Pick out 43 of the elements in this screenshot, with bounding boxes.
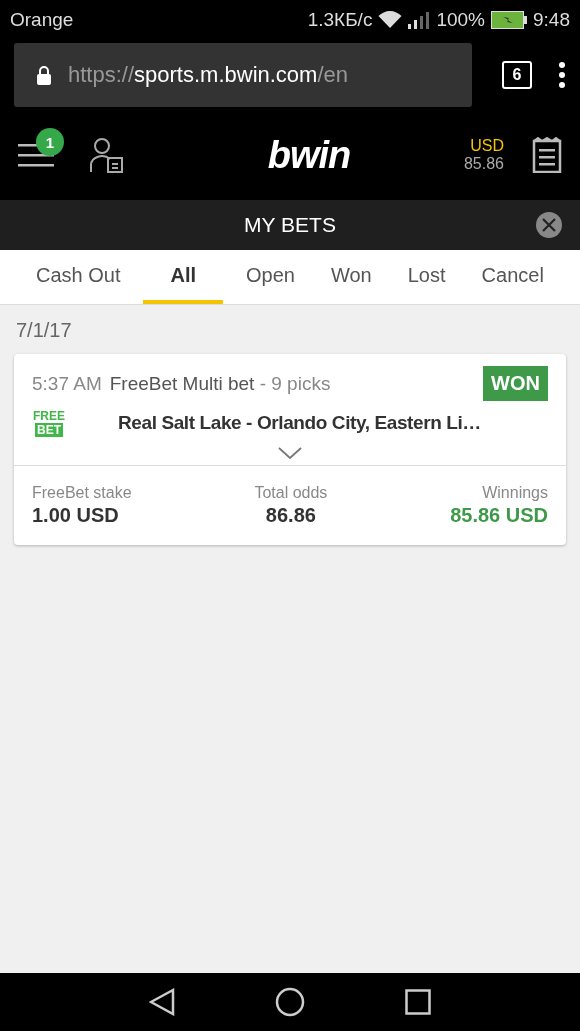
date-heading: 7/1/17 — [16, 319, 72, 342]
filter-tab[interactable]: Lost — [394, 250, 459, 304]
recents-icon[interactable] — [405, 989, 431, 1015]
back-icon[interactable] — [149, 988, 175, 1016]
battery-icon — [491, 11, 527, 29]
bet-time: 5:37 AM — [32, 372, 102, 395]
account-icon[interactable] — [90, 137, 124, 173]
wifi-icon — [378, 11, 403, 29]
filter-tab[interactable]: Open — [233, 250, 308, 304]
close-icon[interactable] — [536, 212, 562, 238]
url-text: https://sports.m.bwin.com/en — [68, 62, 349, 88]
stat-value: 85.86 USD — [450, 504, 548, 527]
bet-card[interactable]: 5:37 AM FreeBet Multi bet - 9 picks WON FREE BET Real Salt Lake - Orlando City, Eastern Li… FreeBet stake 1.00 USD Total odds 86.86 Winnings 85.86 USD — [14, 354, 566, 545]
signal-icon — [408, 11, 431, 29]
stat-value: 1.00 USD — [32, 504, 120, 527]
stat-label: Total odds — [254, 484, 328, 502]
freebet-badge: FREE BET — [32, 409, 66, 437]
carrier: Orange — [10, 9, 74, 31]
more-icon[interactable] — [558, 62, 566, 88]
status-badge: WON — [483, 366, 548, 401]
filter-tab[interactable]: Cancel — [468, 250, 557, 304]
stat-label: Winnings — [482, 484, 548, 502]
filter-tab[interactable]: All — [143, 250, 224, 304]
clock: 9:48 — [533, 9, 570, 31]
stat-label: FreeBet stake — [32, 484, 132, 502]
lock-icon — [36, 65, 52, 85]
tab-count-button[interactable]: 6 — [502, 61, 532, 89]
balance-currency: USD — [470, 137, 504, 155]
panel-title: MY BETS — [244, 213, 336, 237]
bet-type: FreeBet Multi bet - 9 picks — [109, 372, 332, 395]
home-icon[interactable] — [275, 987, 305, 1017]
betslip-icon[interactable] — [532, 137, 562, 173]
stat-value: 86.86 — [265, 504, 316, 527]
battery-percent: 100% — [436, 9, 485, 31]
notification-badge: 1 — [36, 128, 64, 156]
address-bar[interactable]: https://sports.m.bwin.com/en — [14, 43, 472, 107]
filter-tab[interactable]: Cash Out — [23, 250, 134, 304]
network-speed: 1.3КБ/с — [307, 9, 373, 31]
filter-tab[interactable]: Won — [318, 250, 385, 304]
chevron-down-icon[interactable] — [278, 447, 302, 459]
event-name: Real Salt Lake - Orlando City, Eastern Li… — [118, 412, 481, 434]
balance-amount: 85.86 — [463, 155, 504, 173]
logo[interactable]: bwin — [154, 133, 464, 177]
